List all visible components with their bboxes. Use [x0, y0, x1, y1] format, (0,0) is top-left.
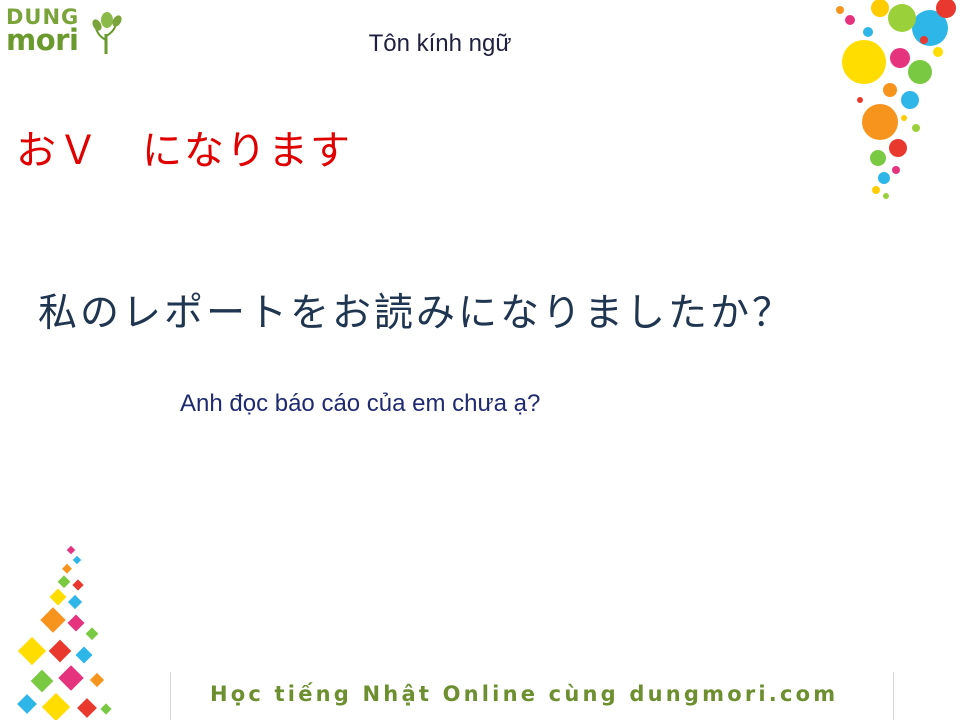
- slide-title: Tôn kính ngữ: [368, 30, 512, 57]
- grammar-pattern: おＶ になります: [16, 128, 352, 174]
- footer-tagline: Học tiếng Nhật Online cùng dungmori.com: [210, 682, 839, 706]
- example-sentence-vietnamese: Anh đọc báo cáo của em chưa ạ?: [180, 390, 541, 417]
- footer-divider-right: [893, 672, 894, 720]
- slide: DUNG mori Tôn kính ngữ おＶ になります 私のレポートをお…: [0, 0, 960, 720]
- footer-divider-left: [170, 672, 171, 720]
- colorful-bubbles-decoration: [836, 0, 956, 199]
- example-sentence-japanese: 私のレポートをお読みになりましたか？: [38, 291, 795, 336]
- colorful-diamonds-decoration: [17, 545, 112, 720]
